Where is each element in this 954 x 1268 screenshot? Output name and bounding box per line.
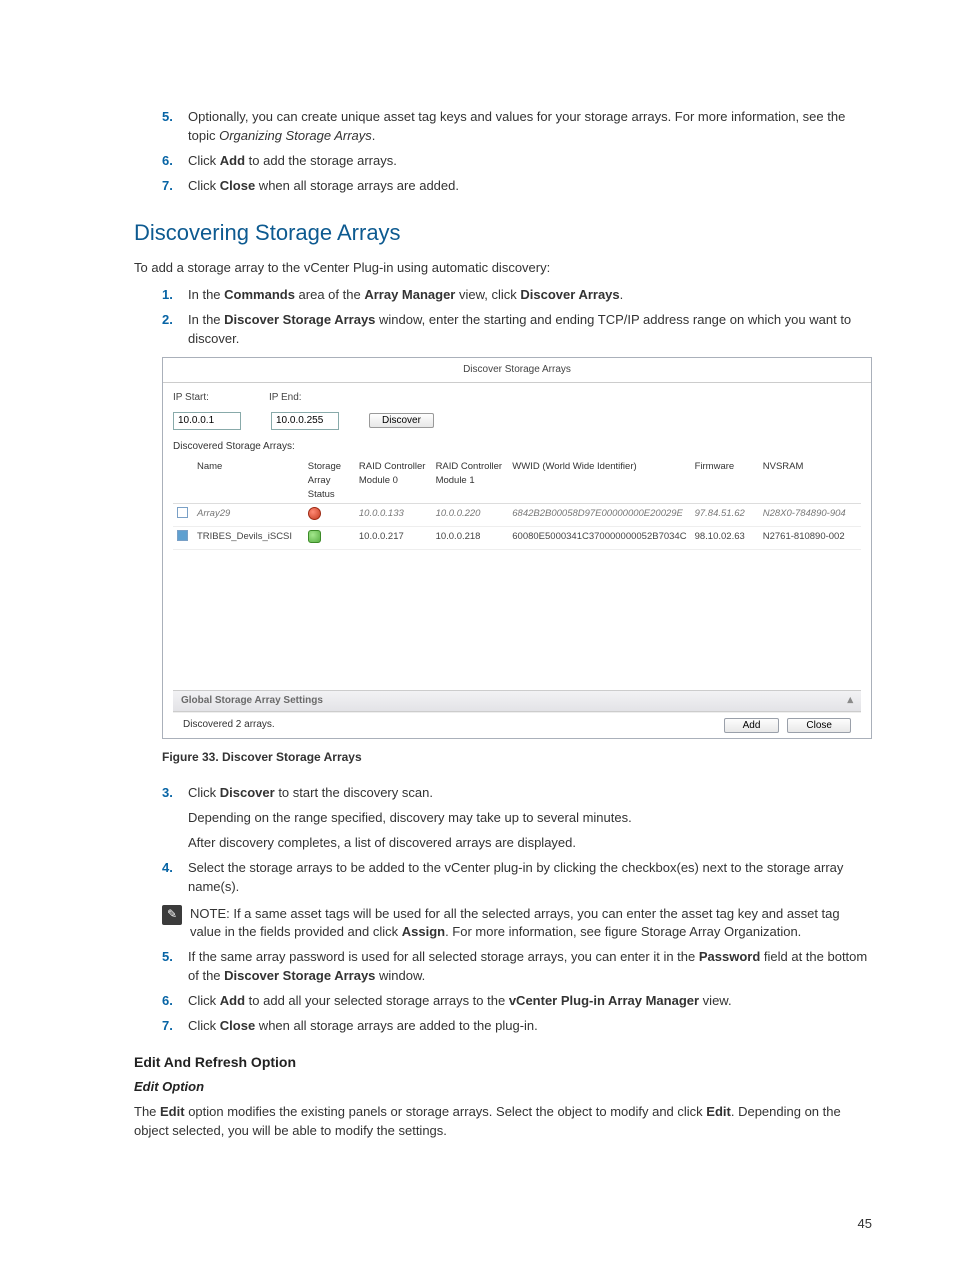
table-cell-firmware: 98.10.02.63 <box>691 527 759 550</box>
numbered-list-2a: 1.In the Commands area of the Array Mana… <box>162 286 872 349</box>
status-line: Discovered 2 arrays. <box>183 718 275 733</box>
table-cell-wwid: 60080E5000341C370000000052B7034C <box>508 527 690 550</box>
table-cell-status <box>304 504 355 527</box>
list-text: Optionally, you can create unique asset … <box>188 108 872 146</box>
list-item: 3.Click Discover to start the discovery … <box>162 784 872 853</box>
table-header: RAID Controller Module 1 <box>432 458 509 504</box>
list-item: 5.If the same array password is used for… <box>162 948 872 986</box>
table-cell-ctrl1: 10.0.0.220 <box>432 504 509 527</box>
list-item: 7.Click Close when all storage arrays ar… <box>162 177 872 196</box>
close-button[interactable]: Close <box>787 718 851 733</box>
ip-start-label: IP Start: <box>173 391 209 406</box>
list-number: 7. <box>162 177 188 196</box>
dialog-title: Discover Storage Arrays <box>163 358 871 384</box>
table-cell-firmware: 97.84.51.62 <box>691 504 759 527</box>
table-cell-ctrl0: 10.0.0.217 <box>355 527 432 550</box>
status-error-icon <box>308 507 321 520</box>
edit-option-paragraph: The Edit option modifies the existing pa… <box>134 1103 872 1141</box>
discover-storage-arrays-dialog: Discover Storage Arrays IP Start: IP End… <box>162 357 872 739</box>
lead-paragraph: To add a storage array to the vCenter Pl… <box>134 259 872 278</box>
figure-caption: Figure 33. Discover Storage Arrays <box>162 749 872 766</box>
list-text: In the Commands area of the Array Manage… <box>188 286 872 305</box>
list-text: Click Discover to start the discovery sc… <box>188 784 872 853</box>
section-heading-discovering: Discovering Storage Arrays <box>134 217 872 249</box>
list-number: 3. <box>162 784 188 853</box>
figure-container: Discover Storage Arrays IP Start: IP End… <box>162 357 872 739</box>
list-number: 6. <box>162 152 188 171</box>
collapse-icon: ▴ <box>847 693 853 709</box>
table-header: Storage Array Status <box>304 458 355 504</box>
note-icon: ✎ <box>162 905 182 925</box>
table-cell-ctrl0: 10.0.0.133 <box>355 504 432 527</box>
table-header-checkbox <box>173 458 193 504</box>
list-item: 7.Click Close when all storage arrays ar… <box>162 1017 872 1036</box>
row-checkbox[interactable] <box>177 507 188 518</box>
table-header: Firmware <box>691 458 759 504</box>
list-text: Click Add to add the storage arrays. <box>188 152 872 171</box>
row-checkbox[interactable] <box>177 530 188 541</box>
table-cell-wwid: 6842B2B00058D97E00000000E20029E <box>508 504 690 527</box>
list-text: Click Add to add all your selected stora… <box>188 992 872 1011</box>
table-cell-select[interactable] <box>173 527 193 550</box>
global-settings-bar[interactable]: Global Storage Array Settings ▴ <box>173 690 861 712</box>
numbered-list-2b1: 3.Click Discover to start the discovery … <box>162 784 872 896</box>
list-number: 6. <box>162 992 188 1011</box>
table-cell-nvsram: N28X0-784890-904 <box>759 504 861 527</box>
list-number: 7. <box>162 1017 188 1036</box>
list-item: 6.Click Add to add the storage arrays. <box>162 152 872 171</box>
table-header: Name <box>193 458 304 504</box>
list-number: 5. <box>162 108 188 146</box>
numbered-list-2b2: 5.If the same array password is used for… <box>162 948 872 1035</box>
list-item: 2.In the Discover Storage Arrays window,… <box>162 311 872 349</box>
add-button[interactable]: Add <box>724 718 780 733</box>
list-number: 5. <box>162 948 188 986</box>
note-block: ✎ NOTE: If a same asset tags will be use… <box>162 905 872 943</box>
note-text: NOTE: If a same asset tags will be used … <box>190 905 872 943</box>
list-item: 5.Optionally, you can create unique asse… <box>162 108 872 146</box>
numbered-list-top: 5.Optionally, you can create unique asse… <box>162 108 872 195</box>
list-number: 2. <box>162 311 188 349</box>
list-item: 1.In the Commands area of the Array Mana… <box>162 286 872 305</box>
table-header: RAID Controller Module 0 <box>355 458 432 504</box>
ip-end-input[interactable] <box>271 412 339 430</box>
list-item: 4.Select the storage arrays to be added … <box>162 859 872 897</box>
table-cell-select[interactable] <box>173 504 193 527</box>
table-header: NVSRAM <box>759 458 861 504</box>
global-settings-label: Global Storage Array Settings <box>181 694 323 709</box>
document-page: 5.Optionally, you can create unique asse… <box>0 0 954 1268</box>
table-cell-name: Array29 <box>193 504 304 527</box>
table-cell-name: TRIBES_Devils_iSCSI <box>193 527 304 550</box>
discover-button[interactable]: Discover <box>369 413 434 428</box>
list-number: 1. <box>162 286 188 305</box>
list-text: Select the storage arrays to be added to… <box>188 859 872 897</box>
table-cell-status <box>304 527 355 550</box>
subheading-edit-option: Edit Option <box>134 1078 872 1097</box>
table-cell-ctrl1: 10.0.0.218 <box>432 527 509 550</box>
list-text: In the Discover Storage Arrays window, e… <box>188 311 872 349</box>
subheading-edit-refresh: Edit And Refresh Option <box>134 1052 872 1072</box>
page-number: 45 <box>858 1215 872 1234</box>
discovered-arrays-label: Discovered Storage Arrays: <box>173 440 861 455</box>
discovered-arrays-table: NameStorage Array StatusRAID Controller … <box>173 458 861 550</box>
table-header: WWID (World Wide Identifier) <box>508 458 690 504</box>
table-cell-nvsram: N2761-810890-002 <box>759 527 861 550</box>
status-ok-icon <box>308 530 321 543</box>
list-text: If the same array password is used for a… <box>188 948 872 986</box>
ip-end-label: IP End: <box>269 391 302 406</box>
list-item: 6.Click Add to add all your selected sto… <box>162 992 872 1011</box>
list-text: Click Close when all storage arrays are … <box>188 1017 872 1036</box>
list-text: Click Close when all storage arrays are … <box>188 177 872 196</box>
ip-start-input[interactable] <box>173 412 241 430</box>
list-number: 4. <box>162 859 188 897</box>
